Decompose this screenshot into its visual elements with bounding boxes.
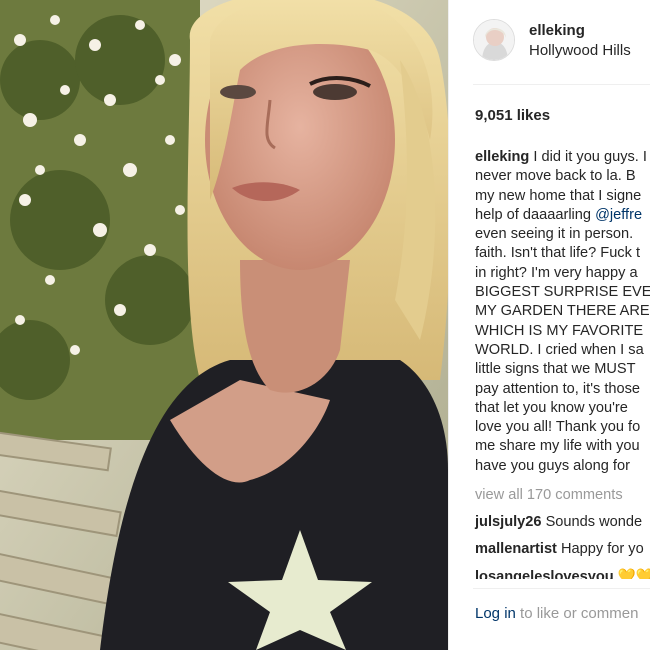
caption-mention-link[interactable]: @jeffre <box>595 207 642 223</box>
comment-text: 💛💛 <box>617 569 650 579</box>
caption-line: WHICH IS MY FAVORITE <box>475 322 644 339</box>
caption-line: never move back to la. B <box>475 168 636 185</box>
avatar-image <box>474 20 514 60</box>
caption-line: even seeing it in person. <box>475 226 634 243</box>
comment-text: Happy for yo <box>560 541 644 557</box>
comment-item: julsjuly26 Sounds wonde <box>475 514 642 530</box>
header-divider <box>473 84 650 85</box>
login-link[interactable]: Log in <box>475 605 516 622</box>
comment-text: Sounds wonde <box>545 514 643 530</box>
login-prompt: Log in to like or commen <box>475 605 638 622</box>
caption-line: in right? I'm very happy a <box>475 264 638 281</box>
caption-line: pay attention to, it's those <box>475 380 641 397</box>
post-username[interactable]: elleking <box>529 22 585 39</box>
caption-line: that let you know you're <box>475 399 628 416</box>
caption-line: help of daaaarling @jeffre <box>475 206 650 225</box>
likes-count[interactable]: 9,051 likes <box>475 107 550 124</box>
footer-divider <box>473 588 650 589</box>
caption-username[interactable]: elleking <box>475 149 529 165</box>
avatar[interactable] <box>473 19 515 61</box>
login-prompt-text: to like or commen <box>515 605 639 622</box>
comment-username[interactable]: julsjuly26 <box>475 514 542 530</box>
caption-line: my new home that I signe <box>475 187 642 204</box>
caption-text: help of daaaarling <box>475 206 592 223</box>
comment-item: losangeleslovesyou 💛💛 <box>475 567 650 579</box>
post-sidebar: elleking Hollywood Hills 9,051 likes ell… <box>448 0 650 650</box>
photo-image <box>0 0 448 650</box>
caption-line: have you guys along for <box>475 457 630 474</box>
post-photo[interactable] <box>0 0 448 650</box>
caption-line: BIGGEST SURPRISE EVE <box>475 284 650 301</box>
caption-line: little signs that we MUST <box>475 361 636 378</box>
post-header: elleking Hollywood Hills <box>473 19 650 65</box>
view-all-comments-link[interactable]: view all 170 comments <box>475 487 623 503</box>
caption-line: MY GARDEN THERE ARE <box>475 303 650 320</box>
post-location[interactable]: Hollywood Hills <box>529 42 631 59</box>
caption-text: I did it you guys. I <box>533 149 647 165</box>
caption-line: elleking I did it you guys. I <box>475 148 650 167</box>
post-caption: elleking I did it you guys. I never move… <box>475 148 650 476</box>
caption-line: me share my life with you <box>475 438 640 455</box>
comment-username[interactable]: mallenartist <box>475 541 557 557</box>
caption-line: love you all! Thank you fo <box>475 419 641 436</box>
comment-item: mallenartist Happy for yo <box>475 541 644 557</box>
caption-line: faith. Isn't that life? Fuck t <box>475 245 641 262</box>
comment-username[interactable]: losangeleslovesyou <box>475 569 614 579</box>
caption-line: WORLD. I cried when I sa <box>475 341 644 358</box>
